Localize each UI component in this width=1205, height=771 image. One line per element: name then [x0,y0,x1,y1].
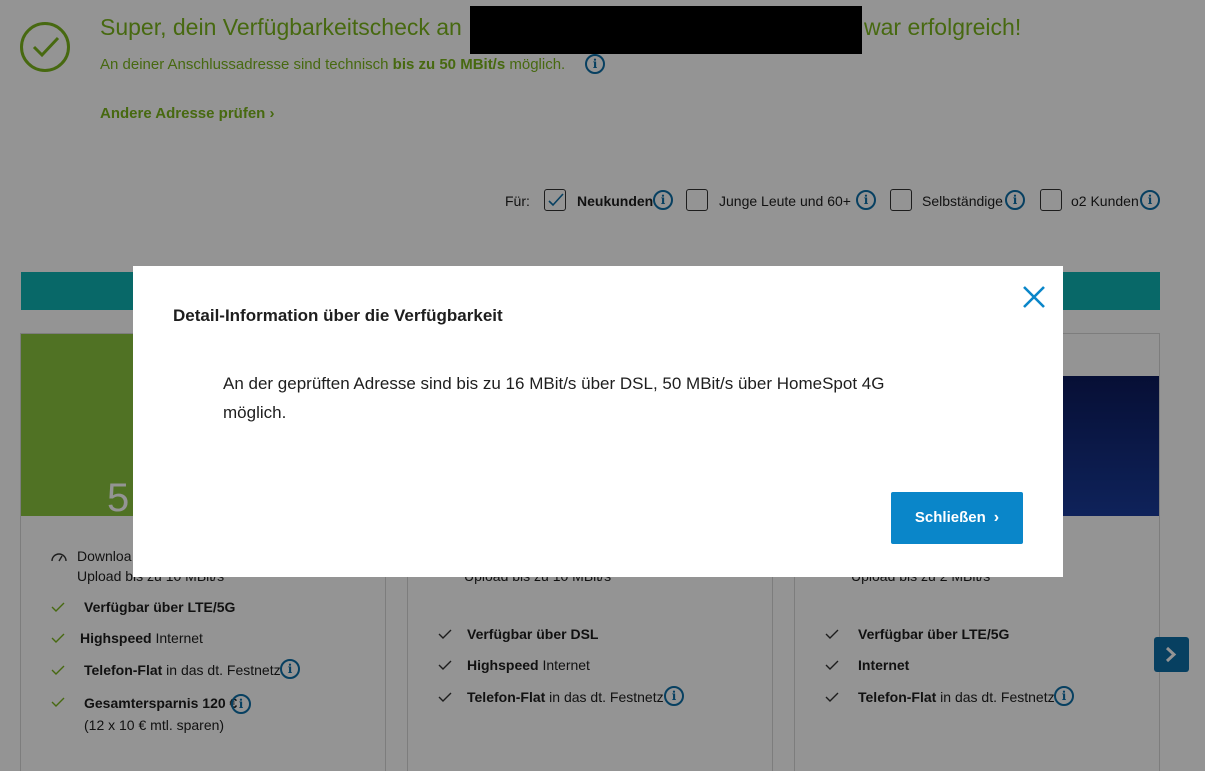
chevron-right-icon: › [993,509,1000,526]
close-icon[interactable] [1021,284,1047,310]
dialog-body: An der geprüften Adresse sind bis zu 16 … [223,374,885,422]
dialog-title: Detail-Information über die Verfügbarkei… [173,306,503,325]
availability-detail-dialog: Detail-Information über die Verfügbarkei… [133,266,1063,577]
close-button[interactable]: Schließen › [891,492,1023,544]
close-button-label: Schließen [914,509,986,526]
